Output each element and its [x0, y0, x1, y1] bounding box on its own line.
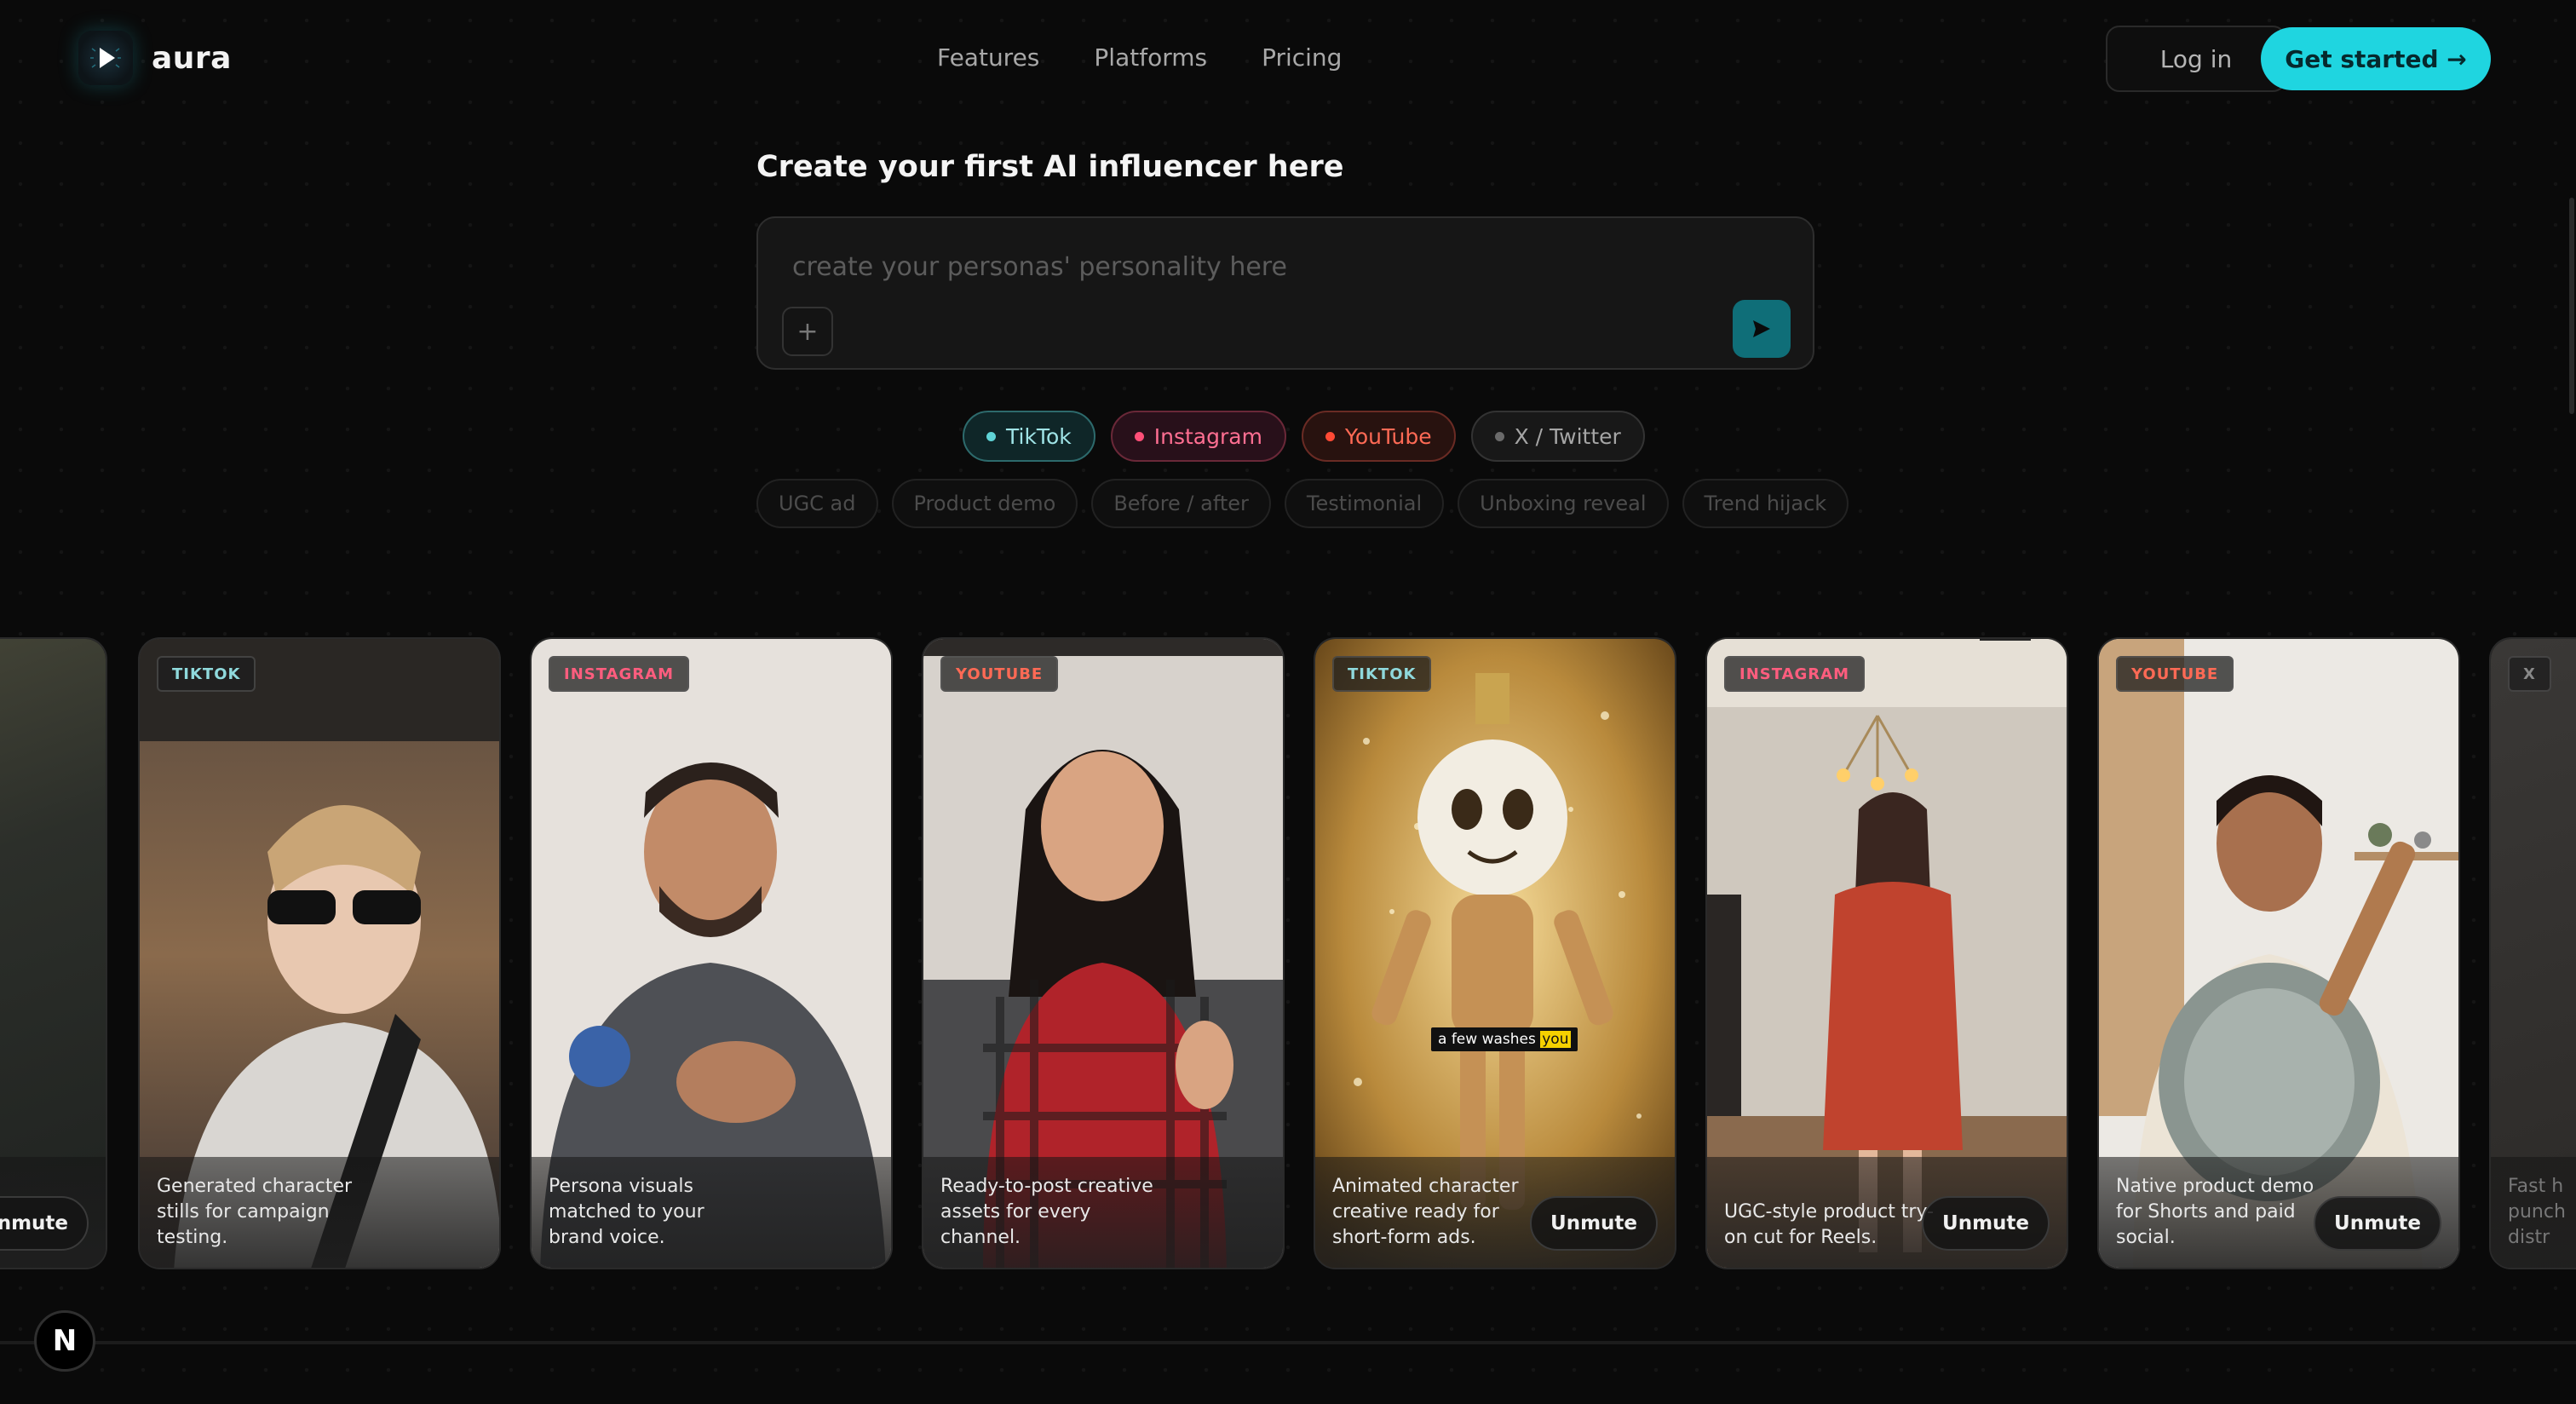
card-caption: UGC-style product try-on cut for Reels.	[1724, 1201, 1935, 1248]
nav-platforms[interactable]: Platforms	[1094, 41, 1207, 75]
unmute-button[interactable]: Unmute	[2314, 1196, 2441, 1251]
page-scrollbar[interactable]	[2569, 198, 2574, 414]
chip-x-twitter[interactable]: X / Twitter	[1470, 411, 1645, 462]
chip-instagram[interactable]: Instagram	[1110, 411, 1286, 462]
get-started-button[interactable]: Get started →	[2261, 27, 2491, 90]
persona-composer: +	[756, 216, 1814, 370]
card-caption: Generated character stills for campaign …	[157, 1176, 353, 1248]
chip-label: Instagram	[1153, 423, 1262, 449]
login-button[interactable]: Log in	[2106, 26, 2286, 92]
nextjs-dev-indicator[interactable]: N	[34, 1310, 95, 1372]
platform-badge: YOUTUBE	[940, 656, 1059, 692]
card-caption: Native product demo for Shorts and paid …	[2116, 1176, 2314, 1248]
platform-badge: INSTAGRAM	[1724, 656, 1866, 692]
unmute-button[interactable]: Unmute	[1922, 1196, 2050, 1251]
chip-youtube[interactable]: YouTube	[1301, 411, 1456, 462]
chip-label: X / Twitter	[1514, 423, 1621, 449]
dot-icon	[1325, 431, 1335, 441]
showcase-card[interactable]: INSTAGRAM UGC-style product try-on cut f…	[1705, 637, 2068, 1269]
dot-icon	[1494, 431, 1504, 441]
nav-features[interactable]: Features	[937, 41, 1039, 75]
site-header: aura Features Platforms Pricing Log in G…	[0, 0, 2576, 119]
platform-selector: TikTok Instagram YouTube X / Twitter	[963, 411, 1645, 462]
persona-prompt-input[interactable]	[792, 252, 1729, 295]
card-caption: Persona visuals matched to your brand vo…	[549, 1176, 704, 1248]
composer-title: Create your first AI influencer here	[756, 150, 1344, 184]
unmute-button[interactable]: Unmute	[1530, 1196, 1658, 1251]
chip-label: TikTok	[1006, 423, 1072, 449]
unmute-button[interactable]: Unmute	[0, 1196, 89, 1251]
platform-badge: INSTAGRAM	[549, 656, 690, 692]
brand-name: aura	[152, 40, 232, 76]
template-product-demo[interactable]: Product demo	[891, 479, 1078, 528]
video-subtitle: a few washes you	[1431, 1027, 1578, 1051]
card-caption: Fast h punch distr	[2508, 1176, 2566, 1248]
showcase-card[interactable]: TIKTOK Generated character stills for ca…	[138, 637, 501, 1269]
template-trend-hijack[interactable]: Trend hijack	[1682, 479, 1849, 528]
card-caption: Animated character creative ready for sh…	[1332, 1176, 1519, 1248]
play-triangle-icon	[78, 31, 133, 85]
platform-badge: YOUTUBE	[2116, 656, 2234, 692]
template-ugc-ad[interactable]: UGC ad	[756, 479, 878, 528]
subtitle-highlight: you	[1540, 1031, 1571, 1048]
template-before-after[interactable]: Before / after	[1091, 479, 1271, 528]
add-attachment-button[interactable]: +	[782, 307, 833, 356]
subtitle-text: a few washes	[1438, 1031, 1536, 1048]
dot-icon	[1134, 431, 1144, 441]
send-button[interactable]	[1733, 300, 1791, 358]
send-icon	[1753, 320, 1770, 337]
platform-badge: X	[2508, 656, 2551, 692]
chip-tiktok[interactable]: TikTok	[963, 411, 1095, 462]
brand-logo[interactable]: aura	[78, 31, 232, 85]
template-testimonial[interactable]: Testimonial	[1284, 479, 1445, 528]
showcase-card[interactable]: YOUTUBE Ready-to-post creative assets fo…	[922, 637, 1285, 1269]
footer-divider	[0, 1341, 2576, 1344]
showcase-card[interactable]: X Fast h punch distr	[2489, 637, 2576, 1269]
showcase-card[interactable]: YOUTUBE Native product demo for Shorts a…	[2097, 637, 2460, 1269]
dot-icon	[986, 431, 996, 441]
template-chips: UGC ad Product demo Before / after Testi…	[756, 479, 1849, 528]
template-unboxing-reveal[interactable]: Unboxing reveal	[1458, 479, 1669, 528]
showcase-card[interactable]: Unmute	[0, 637, 107, 1269]
showcase-card[interactable]: INSTAGRAM Persona visuals matched to you…	[530, 637, 893, 1269]
chip-label: YouTube	[1344, 423, 1432, 449]
nav-pricing[interactable]: Pricing	[1262, 41, 1342, 75]
main-nav: Features Platforms Pricing	[937, 41, 1342, 75]
platform-badge: TIKTOK	[157, 656, 256, 692]
card-caption: Ready-to-post creative assets for every …	[940, 1176, 1153, 1248]
platform-badge: TIKTOK	[1332, 656, 1432, 692]
showcase-carousel: Unmute TIKTOK Generated char	[0, 637, 2576, 1269]
showcase-card[interactable]: TIKTOK a few washes you Animated charact…	[1314, 637, 1676, 1269]
